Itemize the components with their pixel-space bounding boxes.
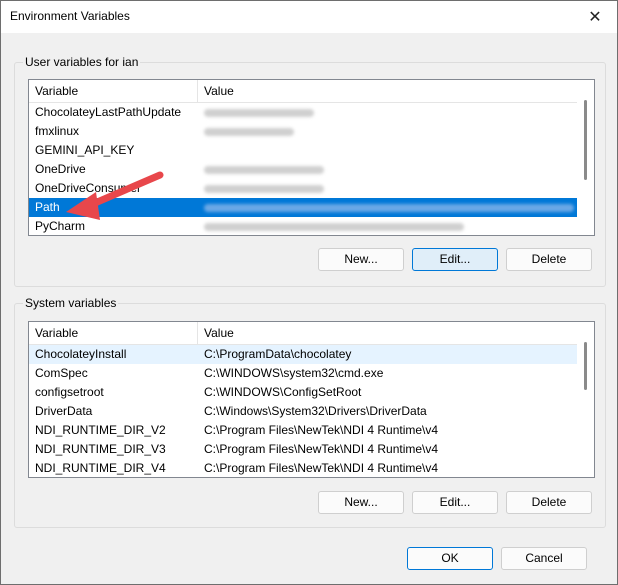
variable-name: ComSpec (35, 366, 88, 380)
user-new-button[interactable]: New... (318, 248, 404, 271)
user-row-gemini-api-key[interactable]: GEMINI_API_KEY (29, 141, 577, 160)
variable-value: C:\Program Files\NewTek\NDI 4 Runtime\v4 (204, 423, 439, 437)
variable-name: ChocolateyLastPathUpdate (35, 105, 182, 119)
variable-name: ChocolateyInstall (35, 347, 127, 361)
user-variables-list[interactable]: Variable Value ChocolateyLastPathUpdate … (28, 79, 595, 236)
variable-name: configsetroot (35, 385, 104, 399)
redacted-value (204, 223, 464, 231)
scrollbar-thumb[interactable] (584, 342, 587, 390)
list-header: Variable Value (29, 322, 577, 345)
column-header-value[interactable]: Value (198, 322, 594, 344)
variable-name: NDI_RUNTIME_DIR_V3 (35, 442, 166, 456)
ok-button[interactable]: OK (407, 547, 493, 570)
user-row-path[interactable]: Path (29, 198, 577, 217)
scrollbar-thumb[interactable] (584, 100, 587, 180)
user-row-chocolateylastpathupdate[interactable]: ChocolateyLastPathUpdate (29, 103, 577, 122)
variable-value: C:\Program Files\NewTek\NDI 4 Runtime\v4 (204, 442, 439, 456)
title-bar: Environment Variables ✕ (1, 1, 617, 33)
system-row-ndi-runtime-dir-v2[interactable]: NDI_RUNTIME_DIR_V2 C:\Program Files\NewT… (29, 421, 577, 440)
system-row-driverdata[interactable]: DriverData C:\Windows\System32\Drivers\D… (29, 402, 577, 421)
user-variables-label: User variables for ian (23, 55, 141, 69)
column-header-variable[interactable]: Variable (29, 322, 198, 344)
environment-variables-dialog: Environment Variables ✕ User variables f… (0, 0, 618, 585)
close-icon[interactable]: ✕ (573, 1, 617, 33)
system-variables-list[interactable]: Variable Value ChocolateyInstall C:\Prog… (28, 321, 595, 478)
variable-name: fmxlinux (35, 124, 80, 138)
user-row-fmxlinux[interactable]: fmxlinux (29, 122, 577, 141)
redacted-value (204, 204, 574, 212)
variable-name: NDI_RUNTIME_DIR_V2 (35, 423, 166, 437)
system-row-comspec[interactable]: ComSpec C:\WINDOWS\system32\cmd.exe (29, 364, 577, 383)
list-header: Variable Value (29, 80, 577, 103)
user-delete-button[interactable]: Delete (506, 248, 592, 271)
system-new-button[interactable]: New... (318, 491, 404, 514)
user-row-onedrive[interactable]: OneDrive (29, 160, 577, 179)
user-row-pycharm[interactable]: PyCharm (29, 217, 577, 235)
user-row-onedriveconsumer[interactable]: OneDriveConsumer (29, 179, 577, 198)
variable-name: DriverData (35, 404, 93, 418)
variable-value: C:\Program Files\NewTek\NDI 4 Runtime\v4 (204, 461, 439, 475)
variable-name: OneDriveConsumer (35, 181, 142, 195)
system-edit-button[interactable]: Edit... (412, 491, 498, 514)
user-list-scrollbar[interactable] (577, 80, 594, 235)
user-edit-button[interactable]: Edit... (412, 248, 498, 271)
system-row-ndi-runtime-dir-v4[interactable]: NDI_RUNTIME_DIR_V4 C:\Program Files\NewT… (29, 459, 577, 477)
system-row-configsetroot[interactable]: configsetroot C:\WINDOWS\ConfigSetRoot (29, 383, 577, 402)
variable-value: C:\Windows\System32\Drivers\DriverData (204, 404, 427, 418)
cancel-button[interactable]: Cancel (501, 547, 587, 570)
system-row-chocolateyinstall[interactable]: ChocolateyInstall C:\ProgramData\chocola… (29, 345, 577, 364)
variable-name: GEMINI_API_KEY (35, 143, 135, 157)
system-variables-label: System variables (23, 296, 119, 310)
variable-value: C:\WINDOWS\system32\cmd.exe (204, 366, 384, 380)
redacted-value (204, 128, 294, 136)
window-title: Environment Variables (10, 9, 130, 23)
column-header-variable[interactable]: Variable (29, 80, 198, 102)
variable-value: C:\WINDOWS\ConfigSetRoot (204, 385, 362, 399)
system-row-ndi-runtime-dir-v3[interactable]: NDI_RUNTIME_DIR_V3 C:\Program Files\NewT… (29, 440, 577, 459)
redacted-value (204, 109, 314, 117)
system-delete-button[interactable]: Delete (506, 491, 592, 514)
system-list-scrollbar[interactable] (577, 322, 594, 477)
variable-name: Path (35, 200, 60, 214)
variable-name: OneDrive (35, 162, 86, 176)
variable-name: PyCharm (35, 219, 86, 233)
variable-name: NDI_RUNTIME_DIR_V4 (35, 461, 166, 475)
variable-value: C:\ProgramData\chocolatey (204, 347, 352, 361)
redacted-value (204, 185, 324, 193)
column-header-value[interactable]: Value (198, 80, 594, 102)
redacted-value (204, 166, 324, 174)
